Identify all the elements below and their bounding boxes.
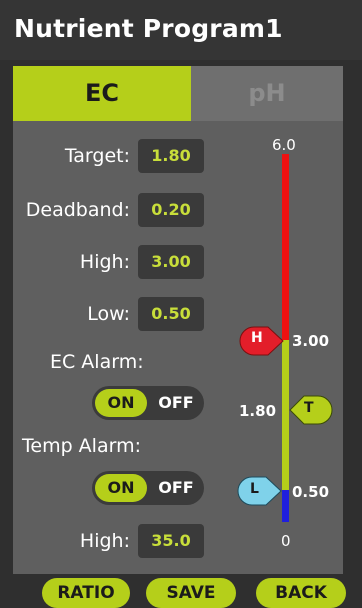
save-button[interactable]: SAVE	[146, 578, 236, 608]
high-marker-value: 3.00	[292, 332, 330, 350]
target-marker-letter: T	[304, 400, 314, 416]
scale-normal-zone	[282, 340, 289, 490]
back-button[interactable]: BACK	[256, 578, 346, 608]
ec-scale	[237, 154, 333, 522]
scale-low-zone	[282, 490, 289, 522]
low-marker-icon[interactable]	[237, 476, 282, 506]
low-marker-value: 0.50	[292, 483, 330, 501]
ratio-button[interactable]: RATIO	[42, 578, 130, 608]
low-marker-letter: L	[250, 481, 259, 497]
scale-high-zone	[282, 154, 289, 340]
scale-min-label: 0	[281, 532, 291, 550]
high-marker-letter: H	[251, 330, 263, 346]
target-marker-value: 1.80	[239, 402, 277, 420]
